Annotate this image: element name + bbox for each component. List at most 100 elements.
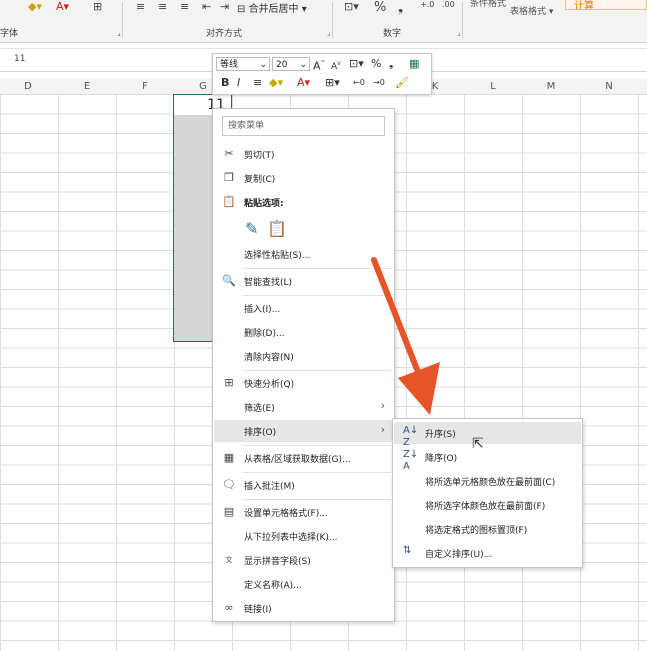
column-header-e[interactable]: E: [77, 81, 97, 92]
comment-icon: 🗨: [222, 478, 236, 491]
align-center-icon[interactable]: ≡: [158, 0, 167, 13]
accounting-format-icon[interactable]: ⊡▾: [344, 0, 359, 13]
column-header-g[interactable]: G: [193, 81, 213, 92]
scissors-icon: ✂: [224, 147, 234, 160]
menu-item-label: 显示拼音字段(S): [244, 557, 311, 567]
table-icon: ▦: [223, 451, 235, 464]
dialog-launcher-icon[interactable]: ⌟: [457, 28, 461, 37]
menu-item-cut[interactable]: ✂ 剪切(T): [214, 143, 393, 165]
font-color-icon[interactable]: A▾: [297, 76, 310, 90]
fill-color-icon[interactable]: ◆▾: [28, 0, 42, 13]
merge-label: 合并后居中: [248, 4, 299, 15]
menu-item-label: 选择性粘贴(S)...: [244, 251, 311, 261]
table-format-label: 表格格式: [510, 7, 547, 17]
menu-item-format-cells[interactable]: ▤ 设置单元格格式(F)...: [214, 501, 393, 523]
table-format-button[interactable]: 表格格式 ▾: [510, 4, 553, 17]
submenu-item-font-color-top[interactable]: 将所选字体颜色放在最前面(F): [394, 494, 581, 516]
menu-item-get-data[interactable]: ▦ 从表格/区域获取数据(G)...: [214, 447, 393, 469]
comma-icon[interactable]: ❟: [398, 0, 403, 15]
increase-font-icon[interactable]: A^: [313, 57, 326, 74]
menu-item-label: 插入批注(M): [244, 482, 295, 492]
format-cells-icon: ▤: [223, 505, 235, 518]
submenu-item-cell-color-top[interactable]: 将所选单元格颜色放在最前面(C): [394, 470, 581, 492]
submenu-item-label: 将选定格式的图标置顶(F): [425, 526, 528, 536]
ribbon: ◆▾ A▾ ⊞ ≡ ≡ ≡ ⇤ ⇥ ⊟ 合并后居中 ▾ ⊡▾ % ❟ +.0 .…: [0, 0, 647, 43]
menu-item-sort[interactable]: 排序(O) ›: [214, 420, 393, 442]
search-icon: 🔍: [222, 274, 236, 287]
font-size-select[interactable]: 20 ⌄: [272, 57, 310, 71]
align-center-icon[interactable]: ≡: [253, 76, 262, 90]
menu-item-label: 剪切(T): [244, 151, 275, 161]
chevron-right-icon: ›: [380, 423, 385, 436]
borders-icon[interactable]: ⊞▾: [325, 76, 340, 90]
font-group-label: 字体: [0, 29, 19, 39]
bold-button[interactable]: B: [221, 76, 229, 90]
increase-decimal-icon[interactable]: ←0: [353, 76, 365, 90]
font-name-value: 等线: [220, 60, 239, 70]
dialog-launcher-icon[interactable]: ⌟: [327, 28, 331, 37]
menu-item-label: 智能查找(L): [244, 278, 293, 288]
menu-item-label: 定义名称(A)...: [244, 581, 302, 591]
dialog-launcher-icon[interactable]: ⌟: [117, 28, 121, 37]
font-name-select[interactable]: 等线 ⌄: [216, 57, 270, 71]
conditional-format-button[interactable]: 条件格式: [470, 0, 506, 9]
paste-format-icon[interactable]: ✎: [245, 219, 258, 238]
menu-item-label: 快速分析(Q): [244, 380, 295, 390]
format-table-icon[interactable]: ▦: [409, 57, 419, 71]
cell-style-preview[interactable]: 计算: [565, 0, 647, 12]
menu-item-label: 从表格/区域获取数据(G)...: [244, 455, 351, 465]
border-icon[interactable]: ⊞: [93, 0, 102, 13]
fill-color-icon[interactable]: ◆▾: [269, 76, 283, 90]
percent-icon[interactable]: %: [374, 0, 386, 15]
menu-item-show-phonetic[interactable]: 文 显示拼音字段(S): [214, 549, 393, 571]
menu-separator: [243, 472, 391, 473]
column-header-f[interactable]: F: [135, 81, 155, 92]
percent-icon[interactable]: %: [371, 57, 381, 71]
conditional-format-label: 条件格式: [470, 0, 507, 9]
paste-icon[interactable]: 📋: [267, 219, 287, 238]
submenu-item-icon-top[interactable]: 将选定格式的图标置顶(F): [394, 518, 581, 540]
submenu-item-custom-sort[interactable]: ⇅ 自定义排序(U)...: [394, 542, 581, 564]
menu-item-label: 清除内容(N): [244, 353, 294, 363]
submenu-item-label: 将所选单元格颜色放在最前面(C): [425, 478, 556, 488]
menu-item-insert-comment[interactable]: 🗨 插入批注(M): [214, 474, 393, 496]
column-header-l[interactable]: L: [483, 81, 503, 92]
outdent-icon[interactable]: ⇥: [220, 0, 229, 13]
menu-search-placeholder: 搜索菜单: [228, 121, 265, 131]
font-color-icon[interactable]: A▾: [56, 0, 69, 13]
menu-item-copy[interactable]: ❐ 复制(C): [214, 167, 393, 189]
mini-toolbar: 等线 ⌄ 20 ⌄ A^ Av ⊡▾ % ❟ ▦ B I ≡ ◆▾ A▾ ⊞▾ ←0…: [212, 53, 432, 95]
indent-icon[interactable]: ⇤: [202, 0, 211, 13]
menu-item-pick-from-list[interactable]: 从下拉列表中选择(K)...: [214, 525, 393, 547]
column-header-m[interactable]: M: [541, 81, 561, 92]
submenu-item-sort-ascending[interactable]: A↓ Z 升序(S): [394, 422, 581, 448]
menu-item-label: 复制(C): [244, 175, 276, 185]
decrease-decimal-icon[interactable]: .00: [442, 0, 455, 9]
column-header-d[interactable]: D: [18, 81, 38, 92]
decrease-decimal-icon[interactable]: →0: [373, 76, 385, 90]
increase-decimal-icon[interactable]: +.0: [420, 0, 434, 9]
menu-item-label: 插入(I)...: [244, 305, 281, 315]
menu-item-label: 从下拉列表中选择(K)...: [244, 533, 338, 543]
format-painter-icon[interactable]: 🖌: [395, 76, 409, 90]
menu-item-link[interactable]: ∞ 链接(I): [214, 597, 393, 619]
column-header-n[interactable]: N: [599, 81, 619, 92]
ribbon-separator: [122, 2, 123, 38]
comma-icon[interactable]: ❟: [389, 57, 393, 71]
submenu-item-sort-descending[interactable]: Z↓ A 降序(O): [394, 446, 581, 472]
decrease-font-icon[interactable]: Av: [331, 57, 341, 74]
italic-button[interactable]: I: [237, 76, 240, 90]
align-left-icon[interactable]: ≡: [136, 0, 145, 13]
menu-search-input[interactable]: 搜索菜单: [222, 116, 385, 136]
menu-item-label: 排序(O): [244, 428, 277, 438]
submenu-item-label: 升序(S): [425, 430, 456, 440]
submenu-item-label: 降序(O): [425, 454, 458, 464]
submenu-item-label: 自定义排序(U)...: [425, 550, 493, 560]
mouse-cursor-icon: ⇱: [472, 436, 484, 452]
align-right-icon[interactable]: ≡: [180, 0, 189, 13]
menu-separator: [243, 499, 391, 500]
number-format-icon[interactable]: ⊡▾: [349, 57, 364, 71]
merge-center-button[interactable]: ⊟ 合并后居中 ▾: [237, 0, 307, 15]
menu-item-define-name[interactable]: 定义名称(A)...: [214, 573, 393, 595]
annotation-arrow-icon: [371, 257, 440, 415]
